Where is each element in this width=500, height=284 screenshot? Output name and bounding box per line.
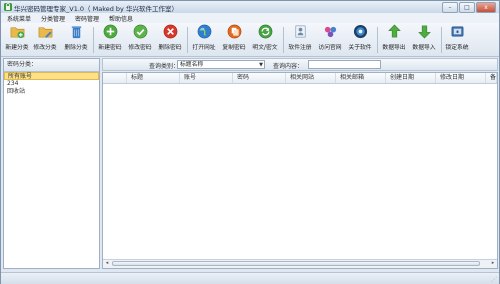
scroll-left-icon[interactable]: ◂	[103, 260, 111, 267]
column-header-website[interactable]: 相关网站	[286, 73, 336, 83]
column-header-password[interactable]: 密码	[233, 73, 286, 83]
refresh-icon	[258, 24, 272, 39]
delete-password-button[interactable]: 删除密码	[157, 24, 183, 55]
column-header-note[interactable]: 备	[486, 73, 497, 83]
arrow-up-icon	[387, 24, 401, 38]
query-type-select[interactable]: 标题名称 ▼	[177, 60, 265, 69]
category-item-recycle-bin[interactable]: 回收站	[4, 88, 99, 96]
toolbar-label: 新建分类	[5, 45, 29, 51]
delete-circle-icon	[163, 24, 177, 39]
query-type-value: 标题名称	[180, 62, 204, 68]
query-content-input[interactable]	[308, 60, 381, 69]
menu-help[interactable]: 帮助信息	[109, 14, 133, 23]
arrow-down-icon	[417, 25, 431, 39]
open-url-button[interactable]: 打开网址	[191, 24, 217, 55]
scrollbar-thumb[interactable]	[112, 261, 480, 266]
website-icon	[324, 26, 336, 38]
toggle-plaintext-button[interactable]: 明文/密文	[251, 24, 279, 55]
menu-password[interactable]: 密码管理	[75, 14, 99, 23]
toolbar: 新建分类 修改分类 删除分类 新建密码 修改密码 删除密码 打开网址 复制密码 …	[1, 23, 499, 57]
minimize-button[interactable]: –	[442, 2, 458, 13]
menu-system[interactable]: 系统菜单	[7, 14, 31, 23]
menu-bar: 系统菜单 分类管理 密码管理 帮助信息	[1, 13, 499, 23]
toolbar-label: 数据导出	[382, 45, 406, 51]
password-table: 标题 账号 密码 相关网站 相关邮箱 创建日期 修改日期 备 ◂ ▸	[102, 72, 498, 269]
query-type-label: 查询类别：	[149, 63, 180, 70]
edit-category-button[interactable]: 修改分类	[32, 24, 58, 55]
category-item-all-accounts[interactable]: 所有账号	[4, 72, 99, 80]
lock-icon	[451, 26, 463, 37]
about-icon	[353, 24, 367, 39]
menu-category[interactable]: 分类管理	[41, 14, 65, 23]
query-bar: 查询类别： 标题名称 ▼ 查询内容：	[102, 58, 498, 71]
column-header-modified-date[interactable]: 修改日期	[436, 73, 486, 83]
query-content-label: 查询内容：	[273, 63, 304, 70]
toolbar-label: 修改密码	[128, 45, 152, 51]
edit-password-button[interactable]: 修改密码	[127, 24, 153, 55]
trash-icon	[71, 26, 81, 39]
toolbar-separator	[283, 27, 284, 53]
toolbar-label: 修改分类	[33, 45, 57, 51]
toolbar-label: 访问官网	[318, 45, 342, 51]
chevron-down-icon: ▼	[259, 62, 263, 68]
plus-circle-icon	[103, 24, 117, 39]
copy-password-button[interactable]: 复制密码	[221, 24, 247, 55]
folder-add-icon	[10, 27, 24, 39]
window-title: 华兴密码管理专家_V1.0（ Maked by 华兴软件工作室）	[14, 5, 178, 13]
app-icon	[4, 3, 12, 11]
resize-grip-icon[interactable]: ⋰	[491, 276, 497, 283]
globe-icon	[197, 24, 211, 39]
scroll-right-icon[interactable]: ▸	[489, 260, 497, 267]
delete-category-button[interactable]: 删除分类	[63, 24, 89, 55]
toolbar-label: 锁定系统	[445, 45, 469, 51]
visit-website-button[interactable]: 访问官网	[317, 24, 343, 55]
lock-system-button[interactable]: 锁定系统	[444, 24, 470, 55]
toolbar-label: 明文/密文	[252, 45, 278, 51]
toolbar-label: 复制密码	[222, 45, 246, 51]
maximize-button[interactable]: □	[459, 2, 475, 13]
register-icon	[295, 25, 305, 38]
category-panel: 密码分类： 所有账号 234 回收站	[3, 58, 100, 269]
toolbar-separator	[441, 27, 442, 53]
toolbar-separator	[187, 27, 188, 53]
folder-edit-icon	[38, 27, 52, 38]
toolbar-separator	[93, 27, 94, 53]
category-item-234[interactable]: 234	[4, 80, 99, 88]
toolbar-label: 打开网址	[192, 45, 216, 51]
copy-icon	[227, 24, 241, 39]
new-password-button[interactable]: 新建密码	[97, 24, 123, 55]
register-button[interactable]: 软件注册	[287, 24, 313, 55]
import-data-button[interactable]: 数据导入	[411, 24, 437, 55]
toolbar-label: 软件注册	[288, 45, 312, 51]
toolbar-label: 关于软件	[348, 45, 372, 51]
toolbar-separator	[377, 27, 378, 53]
toolbar-label: 新建密码	[98, 45, 122, 51]
horizontal-scrollbar[interactable]: ◂ ▸	[103, 259, 497, 268]
toolbar-label: 数据导入	[412, 45, 436, 51]
status-bar: ⋰	[1, 272, 499, 284]
check-circle-icon	[133, 24, 147, 39]
column-header-index[interactable]	[103, 73, 127, 83]
about-button[interactable]: 关于软件	[347, 24, 373, 55]
category-panel-header: 密码分类：	[4, 59, 99, 72]
column-header-email[interactable]: 相关邮箱	[336, 73, 386, 83]
close-button[interactable]: x	[476, 2, 496, 13]
main-window: 华兴密码管理专家_V1.0（ Maked by 华兴软件工作室） – □ x 系…	[0, 0, 500, 284]
toolbar-label: 删除分类	[64, 45, 88, 51]
new-category-button[interactable]: 新建分类	[4, 24, 30, 55]
title-bar[interactable]: 华兴密码管理专家_V1.0（ Maked by 华兴软件工作室） – □ x	[1, 1, 499, 13]
export-data-button[interactable]: 数据导出	[381, 24, 407, 55]
toolbar-label: 删除密码	[158, 45, 182, 51]
column-header-account[interactable]: 账号	[180, 73, 233, 83]
table-header: 标题 账号 密码 相关网站 相关邮箱 创建日期 修改日期 备	[103, 73, 497, 84]
column-header-title[interactable]: 标题	[127, 73, 180, 83]
column-header-created-date[interactable]: 创建日期	[386, 73, 436, 83]
